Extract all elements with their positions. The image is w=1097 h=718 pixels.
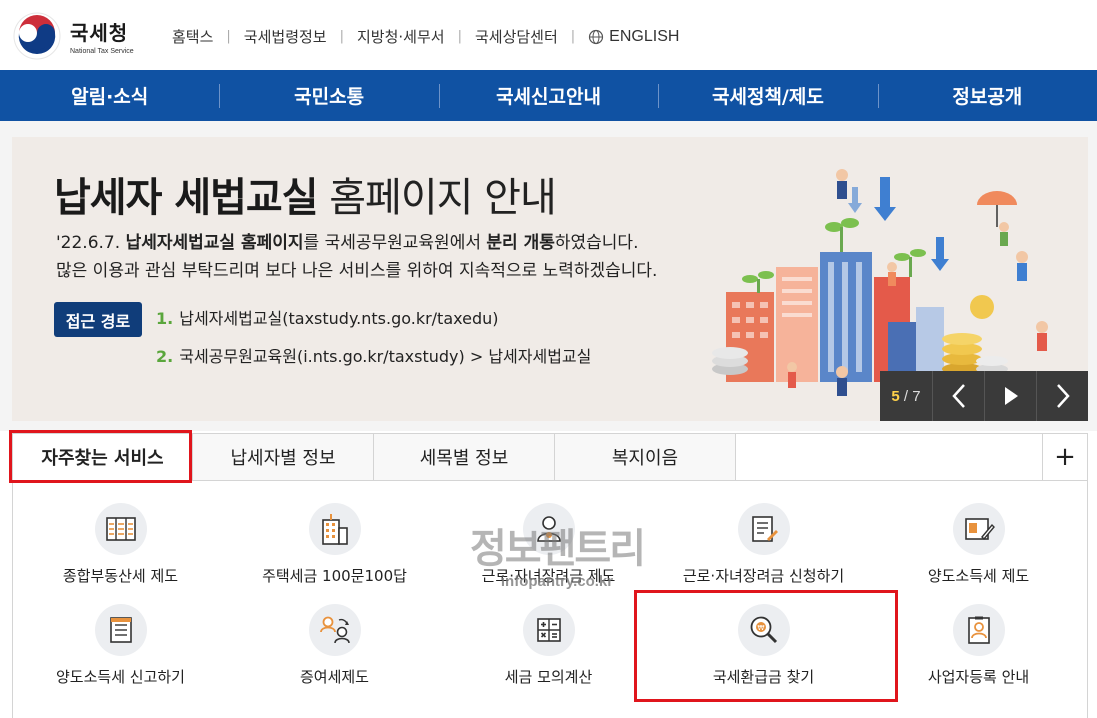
play-button[interactable] xyxy=(984,371,1036,421)
desc-bold-site: 납세자세법교실 홈페이지 xyxy=(125,233,304,253)
desc-bold-open: 분리 개통 xyxy=(486,233,555,253)
nav-item-tax-filing-guide[interactable]: 국세신고안내 xyxy=(438,70,658,121)
desc-text-end: 하였습니다. xyxy=(554,233,639,253)
service-label: 증여세제도 xyxy=(299,668,369,686)
link-hometax[interactable]: 홈택스 xyxy=(172,26,213,47)
play-icon xyxy=(1004,387,1018,405)
service-housing-tax-qa[interactable]: 주택세금 100문100답 xyxy=(227,503,442,603)
access-route-1[interactable]: 1. 납세자세법교실(taxstudy.nts.go.kr/taxedu) xyxy=(156,305,499,329)
gift-people-icon xyxy=(308,604,361,656)
service-label: 양도소득세 신고하기 xyxy=(56,668,185,686)
svg-text:₩: ₩ xyxy=(757,624,764,632)
divider: | xyxy=(226,29,231,44)
link-tax-consult-center[interactable]: 국세상담센터 xyxy=(475,26,558,47)
report-icon xyxy=(94,604,147,656)
desc-date: '22.6.7. xyxy=(56,233,126,253)
route-number: 1. xyxy=(156,309,174,328)
service-tabs: 자주찾는 서비스 납세자별 정보 세목별 정보 복지이음 + xyxy=(12,433,1088,481)
service-business-registration[interactable]: 사업자등록 안내 xyxy=(871,604,1086,704)
route-text: 납세자세법교실(taxstudy.nts.go.kr/taxedu) xyxy=(179,309,499,328)
chevron-right-icon xyxy=(1056,384,1070,408)
divider: | xyxy=(339,29,344,44)
prev-slide-button[interactable] xyxy=(932,371,984,421)
family-icon xyxy=(522,503,575,555)
logo-korean-text: 국세청 xyxy=(70,21,129,45)
banner-title: 납세자 세법교실 홈페이지 안내 xyxy=(54,165,557,223)
divider: | xyxy=(457,29,462,44)
service-capital-gains-tax[interactable]: 양도소득세 제도 xyxy=(871,503,1086,603)
service-label: 주택세금 100문100답 xyxy=(262,567,407,585)
city-growth-illustration xyxy=(712,169,1048,396)
service-gift-tax[interactable]: 증여세제도 xyxy=(227,604,442,704)
taegeuk-logo-icon xyxy=(13,12,61,60)
nav-item-info-disclosure[interactable]: 정보공개 xyxy=(877,70,1097,121)
slide-total: / 7 xyxy=(903,387,921,405)
form-pen-icon xyxy=(737,503,790,555)
nav-item-tax-policy[interactable]: 국세정책/제도 xyxy=(658,70,877,121)
top-links: 홈택스 | 국세법령정보 | 지방청·세무서 | 국세상담센터 | ENGLIS… xyxy=(172,26,679,47)
tab-welfare[interactable]: 복지이음 xyxy=(555,434,736,480)
next-slide-button[interactable] xyxy=(1036,371,1088,421)
tab-spacer xyxy=(736,434,1043,480)
service-find-tax-refund[interactable]: ₩ 국세환급금 찾기 xyxy=(656,604,871,704)
globe-icon xyxy=(589,29,604,44)
divider: | xyxy=(570,29,576,44)
service-grid: 종합부동산세 제도 주택세금 100문100답 근로·자녀장려금 제도 근로·자… xyxy=(12,481,1088,718)
top-header: 국세청 National Tax Service 홈택스 | 국세법령정보 | … xyxy=(0,0,1097,70)
service-label: 국세환급금 찾기 xyxy=(712,668,815,686)
nav-item-communication[interactable]: 국민소통 xyxy=(219,70,438,121)
tab-tax-item-info[interactable]: 세목별 정보 xyxy=(374,434,555,480)
service-apply-earned-child-credit[interactable]: 근로·자녀장려금 신청하기 xyxy=(656,503,871,603)
nts-logo[interactable]: 국세청 National Tax Service xyxy=(12,10,152,62)
access-route-2[interactable]: 2. 국세공무원교육원(i.nts.go.kr/taxstudy) > 납세자세법… xyxy=(156,343,591,367)
slider-controls: 5 / 7 xyxy=(880,371,1088,421)
banner-desc-line1: '22.6.7. 납세자세법교실 홈페이지를 국세공무원교육원에서 분리 개통하… xyxy=(56,229,657,257)
access-route-badge: 접근 경로 xyxy=(54,302,142,337)
service-file-capital-gains-tax[interactable]: 양도소득세 신고하기 xyxy=(13,604,228,704)
refund-search-icon: ₩ xyxy=(737,604,790,656)
link-english[interactable]: ENGLISH xyxy=(609,28,679,46)
link-regional-offices[interactable]: 지방청·세무서 xyxy=(357,26,445,47)
building-document-icon xyxy=(94,503,147,555)
service-label: 사업자등록 안내 xyxy=(927,668,1030,686)
route-text: 국세공무원교육원(i.nts.go.kr/taxstudy) > 납세자세법교실 xyxy=(179,347,592,366)
tab-frequent-services[interactable]: 자주찾는 서비스 xyxy=(13,434,193,480)
apartment-icon xyxy=(308,503,361,555)
banner-description: '22.6.7. 납세자세법교실 홈페이지를 국세공무원교육원에서 분리 개통하… xyxy=(56,229,657,285)
business-id-icon xyxy=(952,604,1005,656)
chevron-left-icon xyxy=(951,384,965,408)
slide-current: 5 xyxy=(891,387,900,405)
service-label: 세금 모의계산 xyxy=(504,668,593,686)
service-comprehensive-property-tax[interactable]: 종합부동산세 제도 xyxy=(13,503,228,603)
calculator-icon xyxy=(522,604,575,656)
banner-title-bold: 납세자 세법교실 xyxy=(54,175,319,221)
service-tax-simulation[interactable]: 세금 모의계산 xyxy=(441,604,656,704)
banner-desc-line2: 많은 이용과 관심 부탁드리며 보다 나은 서비스를 위하여 지속적으로 노력하… xyxy=(56,261,658,281)
desc-text: 를 국세공무원교육원에서 xyxy=(303,233,487,253)
transfer-pen-icon xyxy=(952,503,1005,555)
service-earned-child-credit[interactable]: 근로·자녀장려금 제도 xyxy=(441,503,656,603)
logo-english-text: National Tax Service xyxy=(70,48,134,55)
main-nav: 알림·소식 국민소통 국세신고안내 국세정책/제도 정보공개 xyxy=(0,70,1097,121)
tab-taxpayer-info[interactable]: 납세자별 정보 xyxy=(193,434,374,480)
service-label: 종합부동산세 제도 xyxy=(62,567,179,585)
more-tabs-button[interactable]: + xyxy=(1043,434,1087,480)
nav-item-news[interactable]: 알림·소식 xyxy=(0,70,219,121)
link-tax-law-info[interactable]: 국세법령정보 xyxy=(244,26,327,47)
route-number: 2. xyxy=(156,347,174,366)
banner-title-light: 홈페이지 안내 xyxy=(317,175,557,221)
slide-counter: 5 / 7 xyxy=(880,371,932,421)
service-label: 근로·자녀장려금 제도 xyxy=(481,567,616,585)
service-label: 근로·자녀장려금 신청하기 xyxy=(682,567,845,585)
service-label: 양도소득세 제도 xyxy=(927,567,1030,585)
